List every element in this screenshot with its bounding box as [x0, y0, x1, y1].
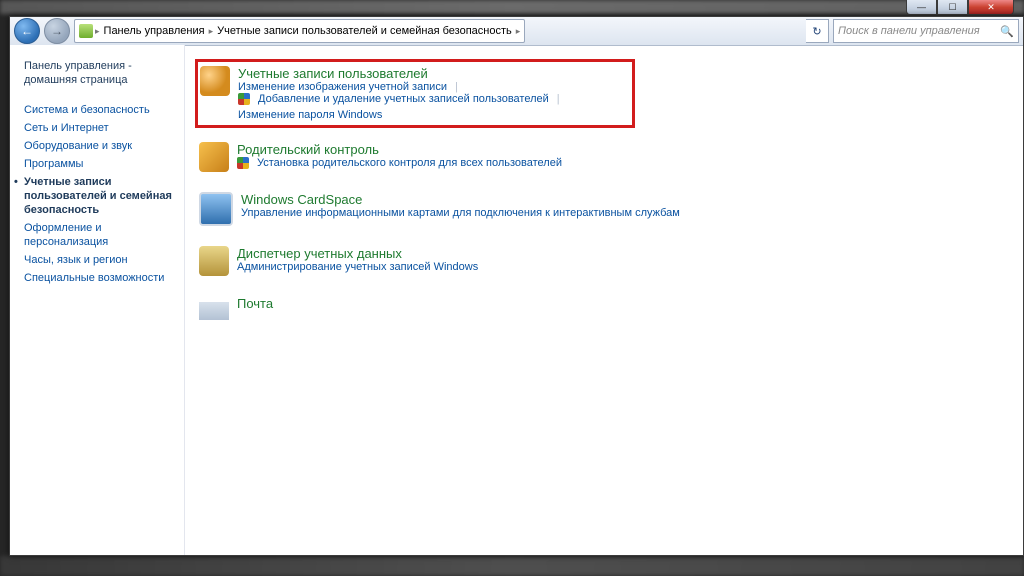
sidebar-item-hardware[interactable]: Оборудование и звук — [24, 139, 180, 153]
nav-forward-button[interactable]: → — [44, 18, 70, 44]
category-title[interactable]: Учетные записи пользователей — [238, 66, 630, 81]
category-parental-controls: Родительский контроль Установка родитель… — [195, 136, 1009, 178]
breadcrumb-item[interactable]: Учетные записи пользователей и семейная … — [215, 25, 514, 37]
sidebar-item-clock[interactable]: Часы, язык и регион — [24, 253, 180, 267]
address-bar: ← → ▸ Панель управления ▸ Учетные записи… — [10, 17, 1023, 46]
category-cardspace: Windows CardSpace Управление информацион… — [195, 186, 1009, 232]
sidebar: Панель управления - домашняя страница Си… — [10, 45, 185, 555]
task-link[interactable]: Добавление и удаление учетных записей по… — [258, 93, 549, 105]
sidebar-item-network[interactable]: Сеть и Интернет — [24, 121, 180, 135]
task-link[interactable]: Администрирование учетных записей Window… — [237, 261, 478, 273]
shield-icon — [238, 93, 250, 105]
mail-icon — [199, 296, 229, 326]
category-title[interactable]: Диспетчер учетных данных — [237, 246, 478, 261]
explorer-window: ← → ▸ Панель управления ▸ Учетные записи… — [9, 16, 1024, 556]
chevron-right-icon: ▸ — [516, 26, 521, 37]
shield-icon — [237, 157, 249, 169]
breadcrumb-item[interactable]: Панель управления — [102, 25, 207, 37]
sidebar-item-programs[interactable]: Программы — [24, 157, 180, 171]
sidebar-item-users-active[interactable]: Учетные записи пользователей и семейная … — [24, 175, 180, 217]
maximize-button[interactable]: ☐ — [937, 0, 968, 15]
sidebar-home[interactable]: Панель управления - домашняя страница — [24, 59, 180, 87]
content-pane: Учетные записи пользователей Изменение и… — [185, 45, 1023, 555]
category-user-accounts: Учетные записи пользователей Изменение и… — [195, 59, 635, 128]
refresh-button[interactable]: ↻ — [806, 19, 829, 43]
family-icon — [199, 142, 229, 172]
category-mail: Почта — [195, 290, 1009, 332]
control-panel-icon — [79, 24, 93, 38]
search-placeholder: Поиск в панели управления — [838, 25, 980, 37]
window-caption-buttons: — ☐ ✕ — [906, 0, 1014, 15]
category-title[interactable]: Родительский контроль — [237, 142, 562, 157]
task-link[interactable]: Управление информационными картами для п… — [241, 207, 680, 219]
nav-back-button[interactable]: ← — [14, 18, 40, 44]
task-link[interactable]: Изменение изображения учетной записи — [238, 81, 447, 93]
sidebar-item-appearance[interactable]: Оформление и персонализация — [24, 221, 180, 249]
category-credential-manager: Диспетчер учетных данных Администрирован… — [195, 240, 1009, 282]
category-title[interactable]: Почта — [237, 296, 273, 311]
sidebar-item-system[interactable]: Система и безопасность — [24, 103, 180, 117]
search-icon: 🔍 — [1000, 25, 1014, 38]
category-title[interactable]: Windows CardSpace — [241, 192, 680, 207]
task-link[interactable]: Установка родительского контроля для все… — [257, 157, 562, 169]
sidebar-item-ease[interactable]: Специальные возможности — [24, 271, 180, 285]
chevron-right-icon: ▸ — [95, 26, 100, 37]
close-button[interactable]: ✕ — [968, 0, 1014, 15]
chevron-right-icon: ▸ — [209, 26, 214, 37]
users-icon — [200, 66, 230, 96]
search-input[interactable]: Поиск в панели управления 🔍 — [833, 19, 1019, 43]
card-icon — [199, 192, 233, 226]
minimize-button[interactable]: — — [906, 0, 937, 15]
vault-icon — [199, 246, 229, 276]
task-link[interactable]: Изменение пароля Windows — [238, 109, 382, 121]
breadcrumb[interactable]: ▸ Панель управления ▸ Учетные записи пол… — [74, 19, 525, 43]
